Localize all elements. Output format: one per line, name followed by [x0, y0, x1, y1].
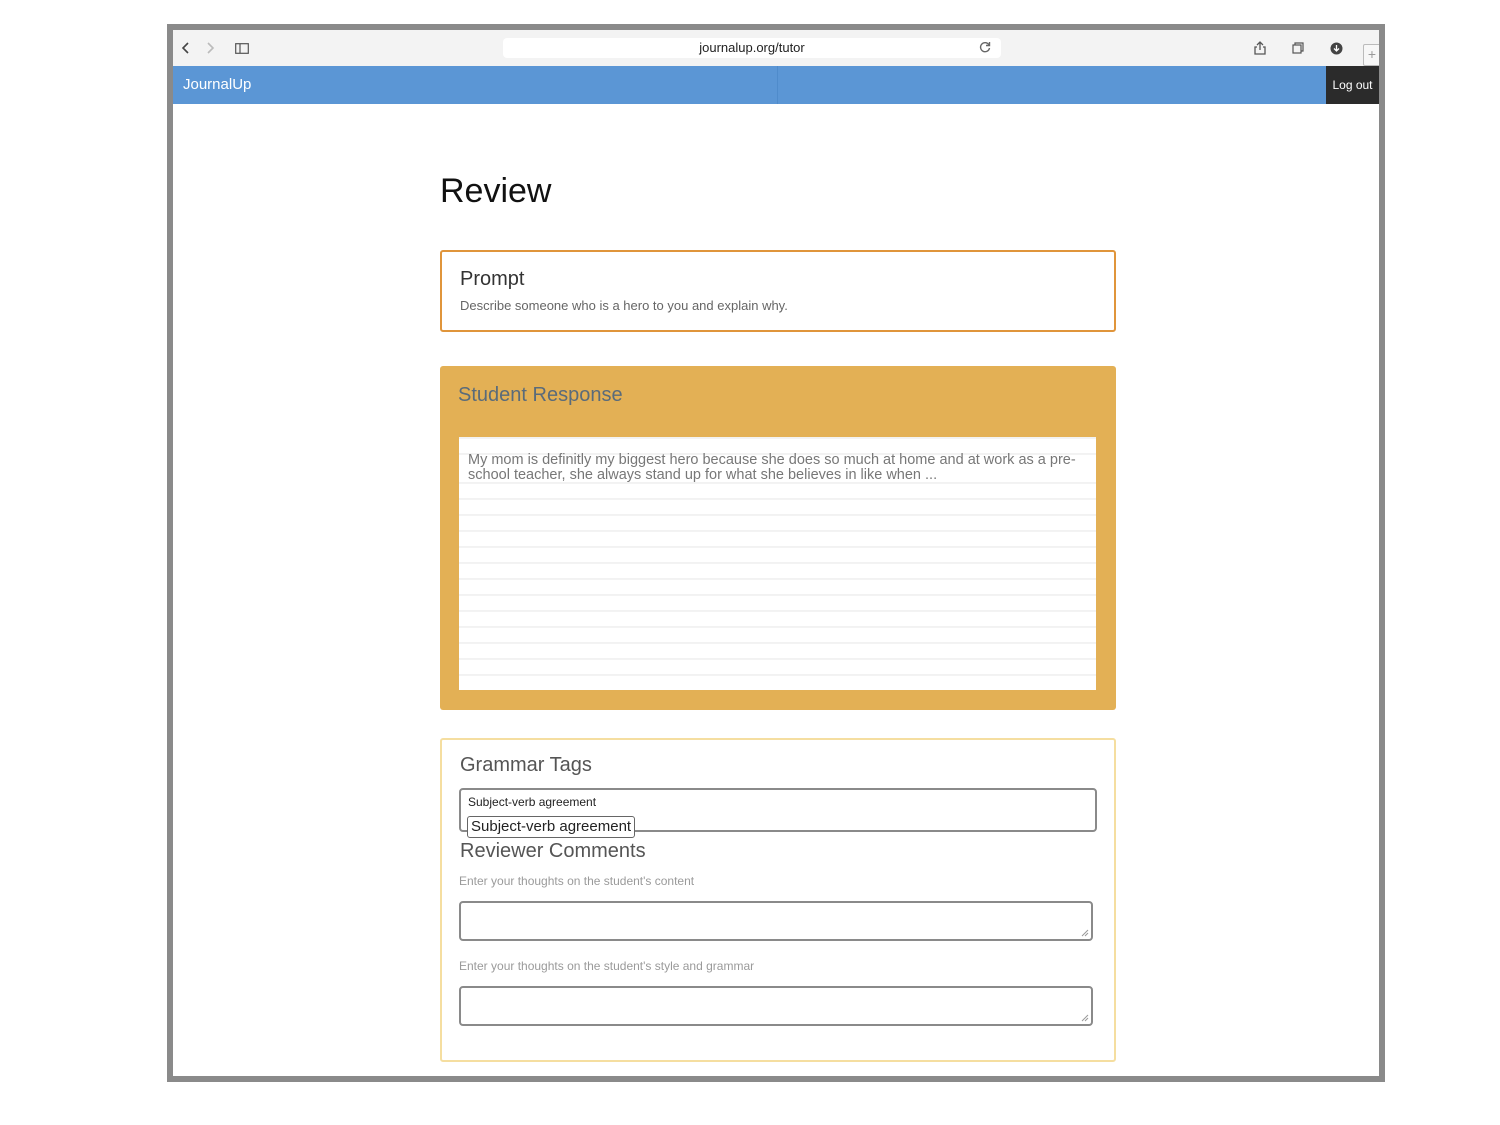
prompt-text: Describe someone who is a hero to you an… [460, 298, 788, 313]
style-comment-hint: Enter your thoughts on the student's sty… [459, 959, 755, 973]
reload-icon[interactable] [977, 40, 993, 56]
browser-toolbar: journalup.org/tutor + [173, 30, 1379, 67]
navbar-divider [777, 66, 778, 104]
url-text: journalup.org/tutor [699, 40, 805, 55]
sidebar-icon[interactable] [229, 38, 255, 58]
app-navbar: JournalUp Log out [173, 66, 1379, 104]
share-icon[interactable] [1249, 38, 1271, 58]
logout-button[interactable]: Log out [1326, 66, 1379, 104]
lined-paper: My mom is definitly my biggest hero beca… [459, 437, 1096, 690]
download-icon[interactable] [1325, 38, 1347, 58]
content-comment-hint: Enter your thoughts on the student's con… [459, 874, 695, 888]
student-response-card: Student Response My mom is definitly my … [440, 366, 1116, 710]
reviewer-comments-heading: Reviewer Comments [460, 840, 646, 862]
student-response-heading: Student Response [458, 384, 623, 406]
grammar-tag-chip[interactable]: Subject-verb agreement [467, 816, 636, 838]
prompt-heading: Prompt [460, 268, 525, 290]
tabs-icon[interactable] [1287, 38, 1309, 58]
url-bar[interactable]: journalup.org/tutor [503, 38, 1001, 58]
new-tab-button[interactable]: + [1363, 44, 1379, 66]
page-title: Review [440, 172, 552, 210]
back-icon[interactable] [177, 38, 195, 58]
style-comment-textarea[interactable] [459, 986, 1093, 1026]
resize-grip-icon[interactable] [1081, 1014, 1089, 1022]
brand-logo[interactable]: JournalUp [183, 76, 251, 93]
student-response-text: My mom is definitly my biggest hero beca… [468, 452, 1076, 483]
grammar-card: Grammar Tags Subject-verb agreement Subj… [440, 738, 1116, 1062]
grammar-tags-heading: Grammar Tags [460, 754, 592, 776]
browser-window: journalup.org/tutor + JournalUp Log out … [167, 24, 1385, 1082]
prompt-card: Prompt Describe someone who is a hero to… [440, 250, 1116, 332]
content-comment-textarea[interactable] [459, 901, 1093, 941]
forward-icon[interactable] [201, 38, 219, 58]
resize-grip-icon[interactable] [1081, 929, 1089, 937]
grammar-tags-input-value: Subject-verb agreement [468, 795, 597, 809]
